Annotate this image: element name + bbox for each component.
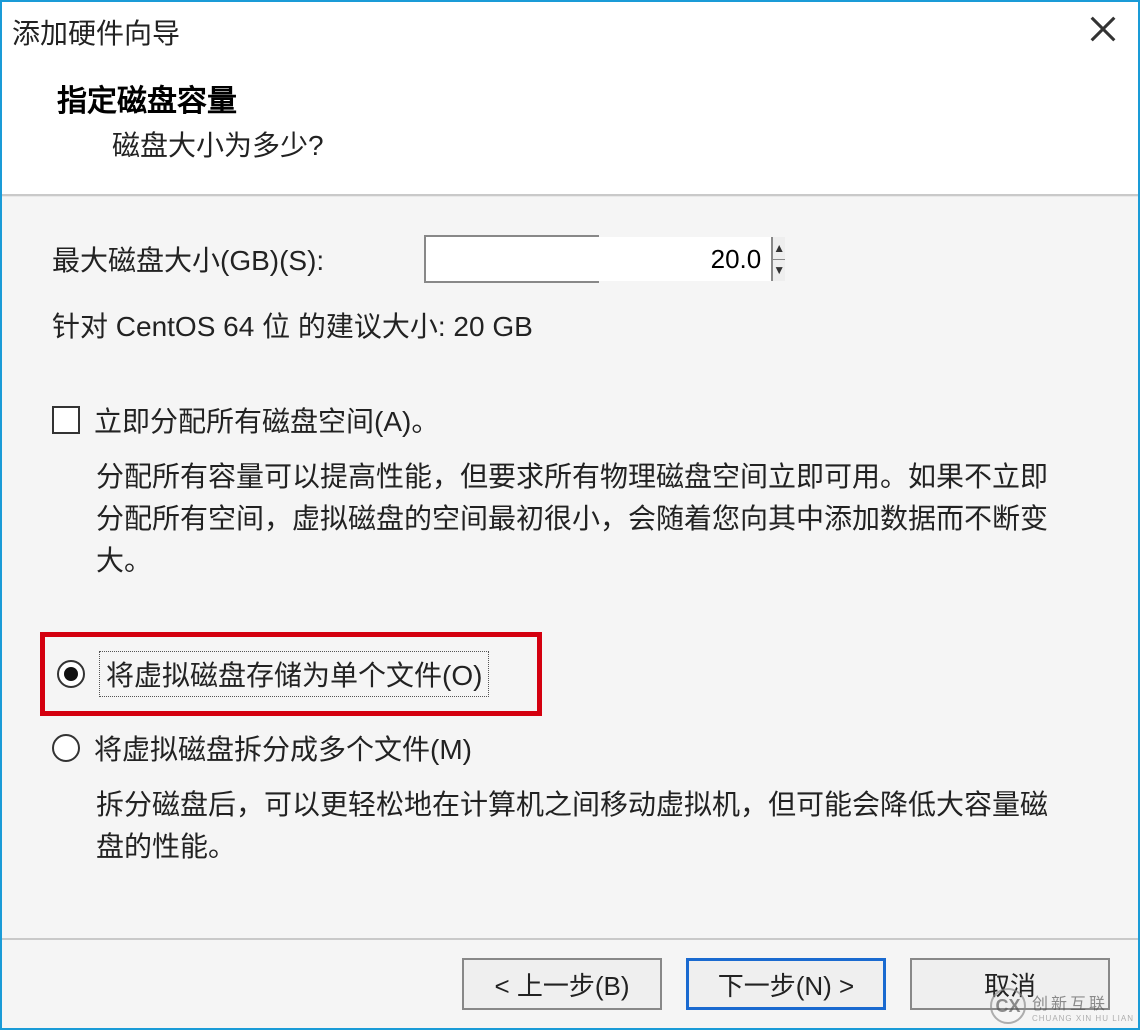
single-file-radio[interactable] bbox=[57, 660, 85, 688]
spinner-up-button[interactable]: ▲ bbox=[773, 237, 785, 260]
titlebar: 添加硬件向导 bbox=[2, 2, 1138, 62]
chevron-up-icon: ▲ bbox=[773, 242, 785, 254]
watermark: CX 创新互联 CHUANG XIN HU LIAN bbox=[990, 988, 1134, 1024]
single-file-label: 将虚拟磁盘存储为单个文件(O) bbox=[99, 651, 489, 697]
wizard-window: 添加硬件向导 指定磁盘容量 磁盘大小为多少? 最大磁盘大小(GB)(S): ▲ … bbox=[0, 0, 1140, 1030]
watermark-brand: 创新互联 bbox=[1032, 990, 1134, 1014]
single-file-radio-row[interactable]: 将虚拟磁盘存储为单个文件(O) bbox=[57, 651, 525, 697]
allocate-desc: 分配所有容量可以提高性能，但要求所有物理磁盘空间立即可用。如果不立即分配所有空间… bbox=[52, 456, 1052, 582]
window-title: 添加硬件向导 bbox=[12, 12, 180, 52]
watermark-sub: CHUANG XIN HU LIAN bbox=[1032, 1014, 1134, 1023]
split-file-label: 将虚拟磁盘拆分成多个文件(M) bbox=[94, 728, 472, 768]
page-title: 指定磁盘容量 bbox=[57, 76, 1138, 120]
close-icon[interactable] bbox=[1086, 12, 1120, 53]
allocate-checkbox[interactable] bbox=[52, 406, 80, 434]
header-panel: 指定磁盘容量 磁盘大小为多少? bbox=[2, 62, 1138, 196]
single-file-highlight: 将虚拟磁盘存储为单个文件(O) bbox=[40, 632, 542, 716]
next-button[interactable]: 下一步(N) > bbox=[686, 958, 886, 1010]
chevron-down-icon: ▼ bbox=[773, 264, 785, 276]
watermark-logo-icon: CX bbox=[990, 988, 1026, 1024]
disk-size-input[interactable] bbox=[426, 237, 771, 281]
allocate-checkbox-row[interactable]: 立即分配所有磁盘空间(A)。 bbox=[52, 400, 1088, 440]
footer: < 上一步(B) 下一步(N) > 取消 bbox=[2, 938, 1138, 1028]
disk-size-spinner[interactable]: ▲ ▼ bbox=[424, 235, 599, 283]
split-file-desc: 拆分磁盘后，可以更轻松地在计算机之间移动虚拟机，但可能会降低大容量磁盘的性能。 bbox=[52, 784, 1052, 868]
body-panel: 最大磁盘大小(GB)(S): ▲ ▼ 针对 CentOS 64 位 的建议大小:… bbox=[2, 196, 1138, 938]
disk-size-row: 最大磁盘大小(GB)(S): ▲ ▼ bbox=[52, 235, 1088, 283]
page-subtitle: 磁盘大小为多少? bbox=[57, 124, 1138, 164]
back-button[interactable]: < 上一步(B) bbox=[462, 958, 662, 1010]
split-file-radio[interactable] bbox=[52, 734, 80, 762]
spinner-buttons: ▲ ▼ bbox=[771, 237, 785, 281]
allocate-label: 立即分配所有磁盘空间(A)。 bbox=[94, 400, 439, 440]
disk-size-label: 最大磁盘大小(GB)(S): bbox=[52, 239, 324, 279]
recommend-text: 针对 CentOS 64 位 的建议大小: 20 GB bbox=[52, 305, 1088, 345]
split-file-radio-row[interactable]: 将虚拟磁盘拆分成多个文件(M) bbox=[52, 728, 1088, 768]
spinner-down-button[interactable]: ▼ bbox=[773, 260, 785, 282]
